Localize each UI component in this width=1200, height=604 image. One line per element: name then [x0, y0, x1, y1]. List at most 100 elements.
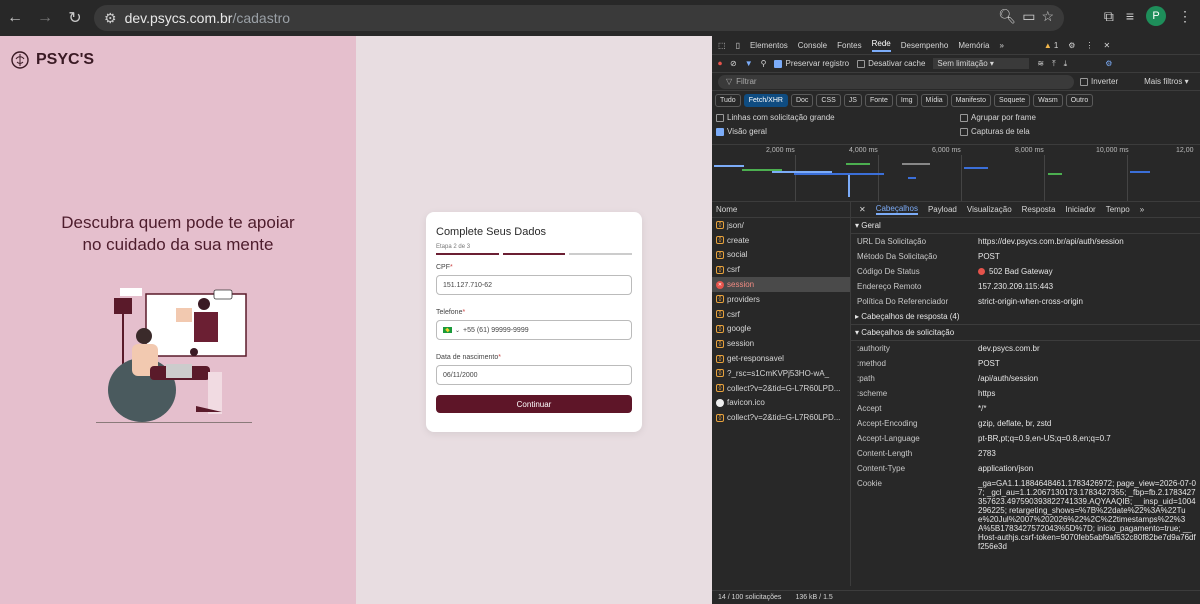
filter-icon[interactable]: ▼: [745, 59, 753, 68]
large-rows-checkbox[interactable]: Linhas com solicitação grande: [716, 113, 960, 122]
more-detail-tabs-icon[interactable]: »: [1140, 205, 1144, 214]
type-img[interactable]: Img: [895, 93, 918, 107]
timing-bar: [794, 173, 884, 175]
request-headers-section[interactable]: ▾ Cabeçalhos de solicitação: [851, 325, 1200, 341]
request-row[interactable]: {} providers: [712, 292, 850, 307]
more-filters-dropdown[interactable]: Mais filtros ▾: [1144, 77, 1188, 86]
request-row[interactable]: favicon.ico: [712, 396, 850, 411]
warning-icon[interactable]: ▲: [1044, 41, 1052, 50]
site-info-icon[interactable]: ⚙: [104, 10, 117, 27]
tab-network[interactable]: Rede: [871, 39, 891, 52]
tab-headers[interactable]: Cabeçalhos: [875, 204, 918, 215]
media-icon[interactable]: ≡: [1126, 8, 1134, 24]
type-css[interactable]: CSS: [816, 93, 841, 107]
install-icon[interactable]: ▭: [1022, 8, 1035, 25]
tab-sources[interactable]: Fontes: [837, 41, 861, 50]
tick-label: 12,00: [1176, 147, 1194, 154]
device-toggle-icon[interactable]: ▯: [736, 41, 740, 50]
record-icon[interactable]: ⏺: [718, 59, 722, 69]
back-icon[interactable]: ←: [0, 3, 30, 33]
extensions-icon[interactable]: ⧉: [1104, 8, 1114, 25]
request-row[interactable]: {} csrf: [712, 307, 850, 322]
tab-response[interactable]: Resposta: [1022, 205, 1056, 214]
menu-kebab-icon[interactable]: ⋮: [1178, 8, 1192, 25]
type-other[interactable]: Outro: [1065, 93, 1094, 107]
inspect-icon[interactable]: ⬚: [718, 41, 726, 50]
country-chevron-icon[interactable]: ⌄: [455, 327, 460, 334]
browser-toolbar: ← → ↻ ⚙ dev.psycs.com.br/cadastro 🔍︎ ▭ ☆…: [0, 0, 1200, 36]
header-value: strict-origin-when-cross-origin: [978, 297, 1083, 306]
request-name: google: [727, 324, 752, 334]
response-headers-section[interactable]: ▸ Cabeçalhos de resposta (4): [851, 309, 1200, 325]
tab-initiator[interactable]: Iniciador: [1065, 205, 1095, 214]
devtools-menu-icon[interactable]: ⋮: [1085, 41, 1093, 50]
overview-checkbox[interactable]: Visão geral: [716, 127, 960, 136]
birthdate-input[interactable]: 06/11/2000: [436, 365, 632, 385]
tab-memory[interactable]: Memória: [958, 41, 989, 50]
request-row[interactable]: {} collect?v=2&tid=G-L7R60LPD...: [712, 410, 850, 425]
reload-icon[interactable]: ↻: [60, 3, 90, 33]
address-bar[interactable]: ⚙ dev.psycs.com.br/cadastro 🔍︎ ▭ ☆: [94, 5, 1064, 31]
network-overview-timeline[interactable]: 2,000 ms 4,000 ms 6,000 ms 8,000 ms 10,0…: [712, 144, 1200, 202]
general-section-header[interactable]: ▾ Geral: [851, 218, 1200, 234]
request-row[interactable]: {} ?_rsc=s1CmKVPj53HO-wA_: [712, 366, 850, 381]
request-row[interactable]: {} google: [712, 322, 850, 337]
name-column-header[interactable]: Nome: [712, 202, 850, 218]
bookmark-star-icon[interactable]: ☆: [1041, 8, 1054, 25]
type-all[interactable]: Tudo: [715, 93, 741, 107]
type-fetch-xhr[interactable]: Fetch/XHR: [743, 93, 788, 107]
close-devtools-icon[interactable]: ✕: [1103, 41, 1110, 50]
request-row[interactable]: {} collect?v=2&tid=G-L7R60LPD...: [712, 381, 850, 396]
invert-checkbox[interactable]: Inverter: [1080, 77, 1118, 86]
tab-preview[interactable]: Visualização: [967, 205, 1012, 214]
tab-performance[interactable]: Desempenho: [901, 41, 949, 50]
throttle-select[interactable]: Sem limitação ▾: [933, 58, 1030, 69]
tab-elements[interactable]: Elementos: [750, 41, 788, 50]
site-logo[interactable]: PSYC'S: [10, 50, 94, 70]
zoom-icon[interactable]: 🔍︎: [998, 8, 1016, 25]
xhr-icon: {}: [716, 324, 724, 333]
more-tabs-icon[interactable]: »: [999, 41, 1003, 50]
screenshots-checkbox[interactable]: Capturas de tela: [960, 127, 1200, 136]
xhr-icon: {}: [716, 339, 724, 348]
continue-button[interactable]: Continuar: [436, 395, 632, 413]
disable-cache-checkbox[interactable]: Desativar cache: [857, 59, 925, 68]
request-row[interactable]: {} csrf: [712, 262, 850, 277]
search-icon[interactable]: ⚲: [761, 59, 767, 68]
close-detail-icon[interactable]: ✕: [859, 205, 866, 214]
tab-timing[interactable]: Tempo: [1106, 205, 1130, 214]
import-har-icon[interactable]: ⤒: [1052, 59, 1056, 69]
forward-icon[interactable]: →: [30, 3, 60, 33]
network-settings-icon[interactable]: ⚙: [1105, 59, 1112, 68]
type-media[interactable]: Mídia: [920, 93, 948, 107]
phone-input[interactable]: ⌄ +55 (61) 99999-9999: [436, 320, 632, 340]
request-row[interactable]: {} create: [712, 233, 850, 248]
wifi-icon[interactable]: ≋: [1037, 59, 1044, 68]
request-row[interactable]: {} session: [712, 336, 850, 351]
cpf-input[interactable]: 151.127.710-62: [436, 275, 632, 295]
group-by-frame-checkbox[interactable]: Agrupar por frame: [960, 113, 1200, 122]
type-wasm[interactable]: Wasm: [1033, 93, 1063, 107]
profile-avatar[interactable]: P: [1146, 6, 1166, 26]
clear-icon[interactable]: ⊘: [730, 59, 737, 68]
tab-payload[interactable]: Payload: [928, 205, 957, 214]
type-doc[interactable]: Doc: [790, 93, 814, 107]
type-font[interactable]: Fonte: [864, 93, 893, 107]
type-socket[interactable]: Soquete: [994, 93, 1031, 107]
request-row[interactable]: {} get-responsavel: [712, 351, 850, 366]
step-indicator: Etapa 2 de 3: [436, 244, 471, 250]
filter-input[interactable]: ▽ Filtrar: [718, 74, 1074, 89]
request-row[interactable]: {} social: [712, 248, 850, 263]
preserve-log-checkbox[interactable]: Preservar registro: [774, 59, 849, 68]
type-js[interactable]: JS: [843, 93, 862, 107]
request-row[interactable]: ✕ session: [712, 277, 850, 292]
type-manifest[interactable]: Manifesto: [950, 93, 992, 107]
header-key: URL Da Solicitação: [857, 237, 927, 246]
settings-gear-icon[interactable]: ⚙: [1068, 41, 1075, 50]
brazil-flag-icon[interactable]: [443, 327, 452, 333]
header-key: Código De Status: [857, 267, 920, 276]
request-row[interactable]: {} json/: [712, 218, 850, 233]
tab-console[interactable]: Console: [798, 41, 827, 50]
url-path: /cadastro: [232, 10, 291, 26]
export-har-icon[interactable]: ⤓: [1064, 59, 1068, 69]
